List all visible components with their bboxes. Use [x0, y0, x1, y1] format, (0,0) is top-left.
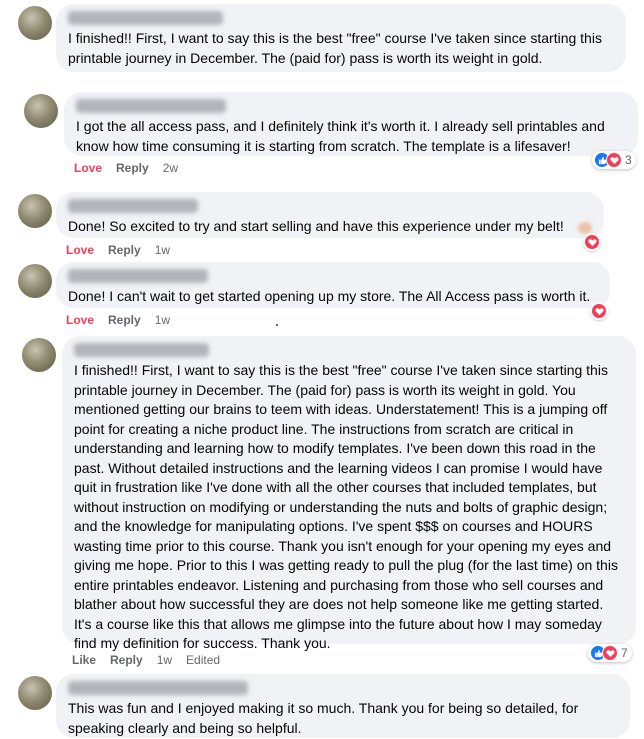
reply-button[interactable]: Reply [108, 313, 141, 327]
love-reaction[interactable] [590, 302, 608, 320]
edited-label[interactable]: Edited [186, 653, 220, 667]
comment-text: I finished!! First, I want to say this i… [74, 362, 618, 651]
comment-text: I got the all access pass, and I definit… [76, 118, 605, 154]
commenter-name[interactable] [68, 11, 223, 25]
timestamp[interactable]: 1w [157, 653, 172, 667]
commenter-name[interactable] [74, 343, 209, 357]
avatar[interactable] [18, 6, 52, 40]
comment-text: Done! I can't wait to get started openin… [68, 288, 591, 304]
comment-actions: Love Reply 1w [66, 313, 170, 327]
love-icon [606, 152, 622, 168]
avatar[interactable] [24, 94, 58, 128]
commenter-name[interactable] [68, 269, 208, 283]
commenter-name[interactable] [68, 199, 198, 213]
commenter-name[interactable] [76, 99, 226, 113]
timestamp[interactable]: 2w [163, 161, 178, 175]
timestamp[interactable]: 1w [155, 243, 170, 257]
love-icon [602, 645, 618, 661]
comment-text: This was fun and I enjoyed making it so … [68, 700, 579, 736]
reaction-summary[interactable]: 7 [588, 644, 632, 662]
like-button[interactable]: Like [72, 653, 96, 667]
divider-dot [276, 324, 278, 326]
comment-bubble: This was fun and I enjoyed making it so … [56, 674, 630, 738]
comment-bubble: I got the all access pass, and I definit… [64, 92, 638, 156]
comment-bubble: I finished!! First, I want to say this i… [62, 336, 636, 651]
reaction-count: 3 [625, 153, 632, 167]
avatar[interactable] [18, 194, 52, 228]
love-button[interactable]: Love [66, 243, 94, 257]
reaction-summary[interactable]: 3 [592, 151, 636, 169]
reply-button[interactable]: Reply [110, 653, 143, 667]
avatar[interactable] [18, 676, 52, 710]
reply-button[interactable]: Reply [108, 243, 141, 257]
comment-text: Done! So excited to try and start sellin… [68, 218, 564, 234]
timestamp[interactable]: 1w [155, 313, 170, 327]
reaction-count: 7 [621, 646, 628, 660]
comment-bubble: Done! So excited to try and start sellin… [56, 192, 604, 238]
comment-bubble: Done! I can't wait to get started openin… [56, 262, 610, 308]
commenter-name[interactable] [68, 681, 248, 695]
love-button[interactable]: Love [66, 313, 94, 327]
love-reaction[interactable] [583, 233, 601, 251]
avatar[interactable] [18, 264, 52, 298]
comment-actions: Love Reply 1w [66, 243, 170, 257]
heart-icon [587, 238, 597, 246]
reply-button[interactable]: Reply [116, 161, 149, 175]
love-button[interactable]: Love [74, 161, 102, 175]
avatar[interactable] [22, 338, 56, 372]
comment-bubble: I finished!! First, I want to say this i… [56, 4, 626, 72]
comment-text: I finished!! First, I want to say this i… [68, 30, 602, 66]
heart-icon [594, 307, 604, 315]
comment-actions: Like Reply 1w Edited [72, 653, 220, 667]
comment-actions: Love Reply 2w [74, 161, 178, 175]
